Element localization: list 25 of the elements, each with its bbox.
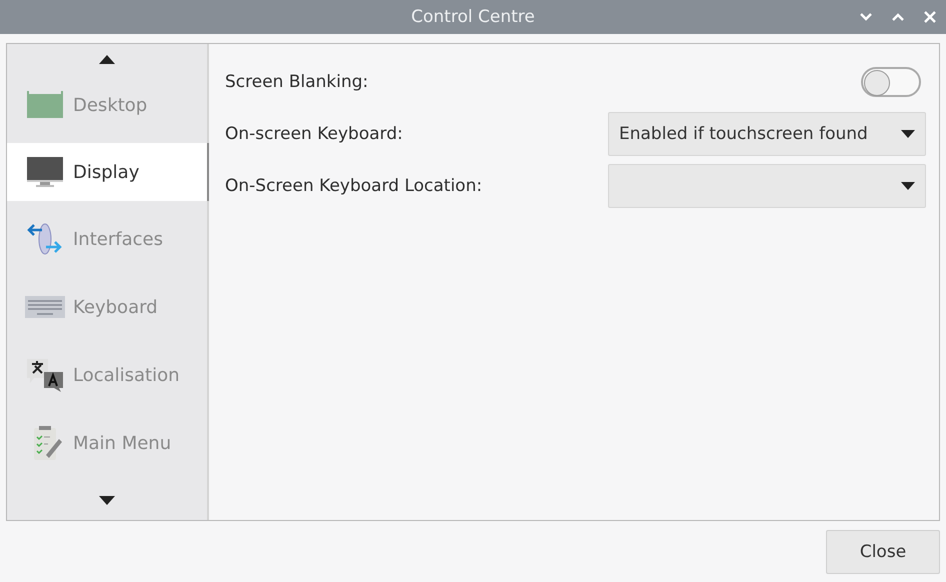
sidebar-item[interactable]: Localisation [7, 345, 207, 406]
sidebar-item[interactable]: Display [7, 143, 207, 202]
setting-label: Screen Blanking: [225, 72, 368, 92]
desktop-icon [26, 90, 64, 120]
sidebar-item[interactable]: Interfaces [7, 209, 207, 270]
sidebar-item[interactable]: Desktop [7, 74, 207, 136]
setting-label: On-screen Keyboard: [225, 124, 403, 144]
scroll-up-icon[interactable] [99, 54, 115, 64]
scroll-down-icon[interactable] [99, 496, 115, 506]
toggle-switch[interactable] [861, 67, 921, 97]
window-title: Control Centre [411, 7, 535, 27]
translate-icon [26, 358, 64, 392]
keyboard-icon [25, 296, 65, 318]
close-button[interactable]: Close [826, 530, 940, 574]
maximize-icon[interactable] [892, 13, 904, 21]
minimize-icon[interactable] [860, 13, 872, 21]
setting-label: On-Screen Keyboard Location: [225, 176, 482, 196]
close-icon[interactable] [924, 11, 936, 23]
caret-icon [901, 130, 915, 138]
sidebar-item[interactable]: Main Menu [7, 413, 207, 474]
arrows-icon [26, 222, 64, 256]
caret-icon [901, 182, 915, 190]
sidebar-item[interactable]: Keyboard [7, 277, 207, 338]
dropdown[interactable]: Enabled if touchscreen found [608, 112, 926, 156]
monitor-icon [26, 156, 64, 188]
